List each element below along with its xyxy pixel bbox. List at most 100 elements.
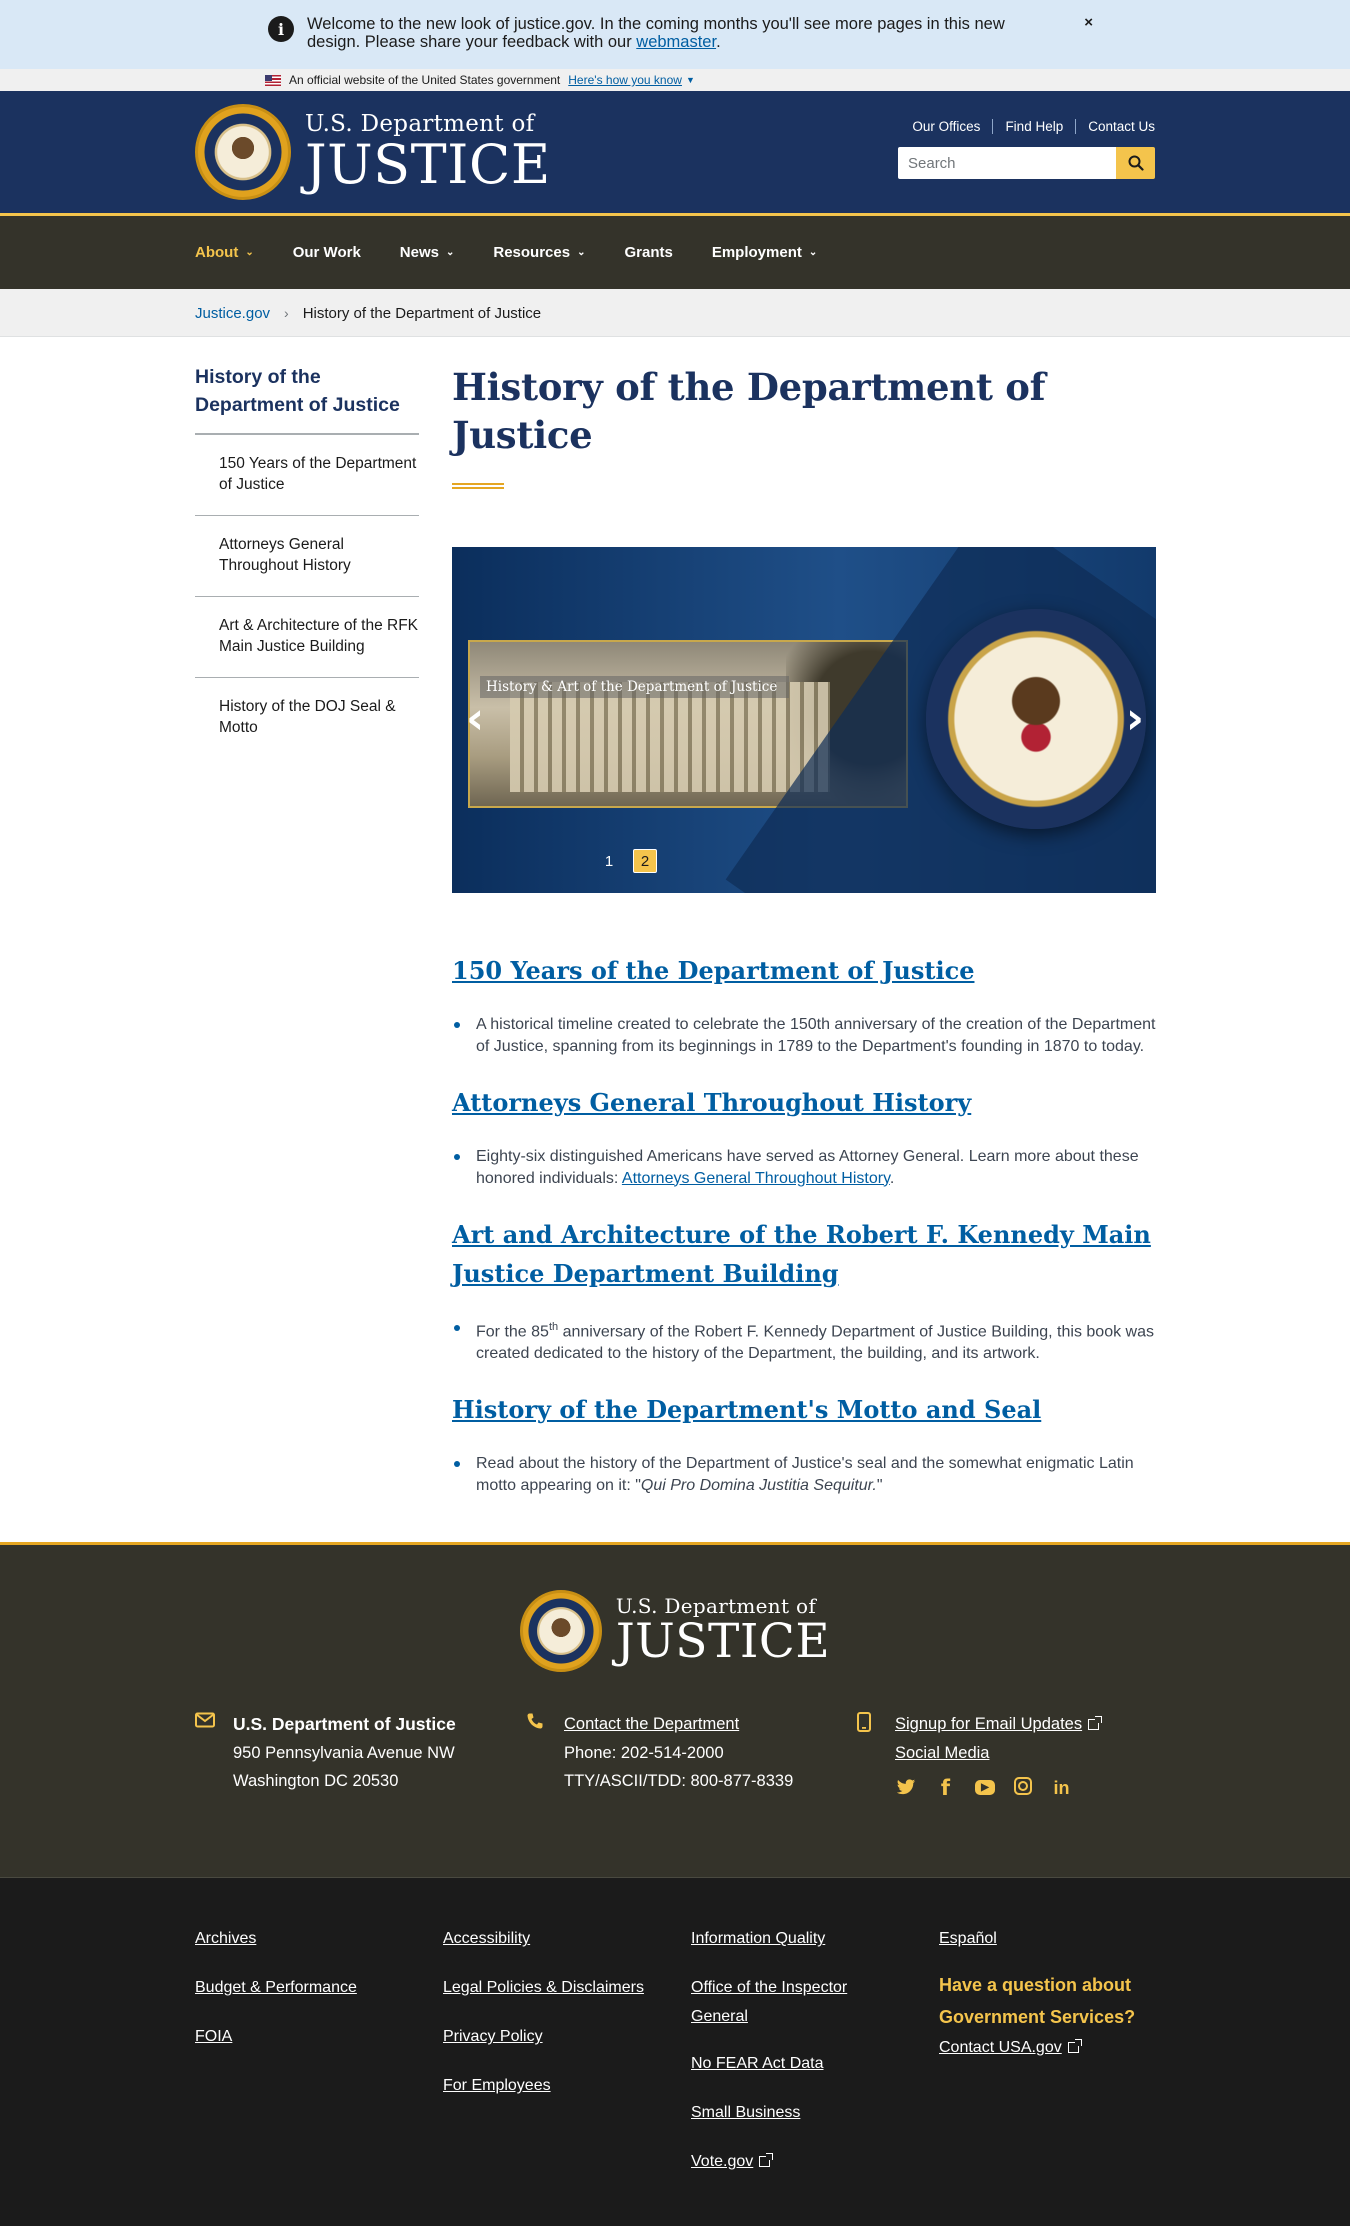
mail-icon: [195, 1710, 233, 1798]
footer-phone: Phone: 202-514-2000: [564, 1743, 724, 1762]
footer-address-line1: 950 Pennsylvania Avenue NW: [233, 1743, 455, 1762]
information-quality-link[interactable]: Information Quality: [691, 1924, 939, 1953]
social-media-link[interactable]: Social Media: [895, 1739, 1099, 1768]
primary-nav: About ⌄ Our Work News ⌄ Resources ⌄ Grants …: [0, 216, 1350, 289]
privacy-policy-link[interactable]: Privacy Policy: [443, 2022, 691, 2051]
sidebar-item-art-architecture[interactable]: Art & Architecture of the RFK Main Justi…: [195, 597, 419, 678]
footer-links-col-2: Accessibility Legal Policies & Disclaime…: [443, 1924, 691, 2176]
email-updates-link[interactable]: Signup for Email Updates: [895, 1715, 1082, 1733]
slide-caption: History & Art of the Department of Justi…: [480, 676, 790, 698]
sidebar-title[interactable]: History of the Department of Justice: [195, 363, 419, 435]
legal-policies-link[interactable]: Legal Policies & Disclaimers: [443, 1973, 691, 2002]
footer-address: U.S. Department of Justice 950 Pennsylva…: [195, 1710, 526, 1798]
social-icons: f ▶ in: [895, 1776, 1099, 1800]
search-icon: [1128, 155, 1144, 171]
our-offices-link[interactable]: Our Offices: [912, 119, 992, 134]
doj-logo[interactable]: U.S. Department of JUSTICE: [195, 104, 551, 200]
footer-links-col-3: Information Quality Office of the Inspec…: [691, 1924, 939, 2176]
footer-logo[interactable]: U.S. Department of JUSTICE: [0, 1545, 1350, 1673]
accessibility-link[interactable]: Accessibility: [443, 1924, 691, 1953]
utility-links: Our Offices Find Help Contact Us: [912, 119, 1155, 134]
espanol-link[interactable]: Español: [939, 1924, 1155, 1953]
gov-banner: An official website of the United States…: [0, 69, 1350, 91]
section-heading-art-architecture[interactable]: Art and Architecture of the Robert F. Ke…: [452, 1215, 1156, 1293]
footer-logo-title: JUSTICE: [615, 1614, 831, 1670]
sidebar-item-attorneys-general[interactable]: Attorneys General Throughout History: [195, 516, 419, 597]
doj-seal-image: [926, 609, 1146, 829]
contact-usagov-link[interactable]: Contact USA.gov: [939, 2039, 1062, 2056]
small-business-link[interactable]: Small Business: [691, 2098, 939, 2127]
chevron-down-icon: ▼: [685, 75, 695, 85]
section-heading-150-years[interactable]: 150 Years of the Department of Justice: [452, 951, 974, 990]
list-item: Eighty-six distinguished Americans have …: [452, 1146, 1156, 1189]
title-divider: [452, 483, 504, 489]
section-heading-motto-seal[interactable]: History of the Department's Motto and Se…: [452, 1390, 1041, 1429]
nav-grants[interactable]: Grants: [624, 244, 672, 261]
nav-resources[interactable]: Resources ⌄: [493, 244, 585, 261]
rfk-building-image[interactable]: History & Art of the Department of Justi…: [468, 640, 908, 808]
twitter-icon[interactable]: [895, 1777, 916, 1798]
carousel-next-button[interactable]: ›: [1126, 697, 1144, 741]
list-item: For the 85th anniversary of the Robert F…: [452, 1317, 1156, 1364]
site-alert: i Welcome to the new look of justice.gov…: [0, 0, 1350, 69]
youtube-icon[interactable]: ▶: [975, 1780, 995, 1796]
nav-our-work[interactable]: Our Work: [293, 244, 361, 261]
budget-performance-link[interactable]: Budget & Performance: [195, 1973, 443, 2002]
footer-links: Archives Budget & Performance FOIA Acces…: [0, 1877, 1350, 2227]
nav-about[interactable]: About ⌄: [195, 244, 254, 261]
vote-gov-link[interactable]: Vote.gov: [691, 2153, 753, 2170]
linkedin-icon[interactable]: in: [1051, 1777, 1072, 1798]
external-link-icon: [1088, 1716, 1103, 1731]
search-form: [898, 147, 1155, 179]
archives-link[interactable]: Archives: [195, 1924, 443, 1953]
foia-link[interactable]: FOIA: [195, 2022, 443, 2051]
list-item: Read about the history of the Department…: [452, 1453, 1156, 1496]
how-you-know-link[interactable]: Here's how you know: [568, 73, 682, 87]
inspector-general-link[interactable]: Office of the Inspector General: [691, 1973, 881, 2031]
usagov-question: Have a question about Government Service…: [939, 1975, 1136, 2028]
sidebar-item-seal-motto[interactable]: History of the DOJ Seal & Motto: [195, 678, 419, 758]
carousel-pagination: 1 2: [597, 849, 669, 873]
sidebar-nav: History of the Department of Justice 150…: [195, 363, 419, 1496]
footer-contact: Contact the Department Phone: 202-514-20…: [526, 1710, 857, 1798]
breadcrumb-home-link[interactable]: Justice.gov: [195, 305, 270, 322]
site-header: U.S. Department of JUSTICE Our Offices F…: [0, 91, 1350, 216]
logo-title: JUSTICE: [305, 133, 551, 196]
search-button[interactable]: [1116, 147, 1155, 179]
carousel-prev-button[interactable]: ‹: [466, 697, 484, 741]
contact-us-link[interactable]: Contact Us: [1075, 119, 1155, 134]
carousel-page-1[interactable]: 1: [597, 849, 621, 873]
site-footer: U.S. Department of JUSTICE U.S. Departme…: [0, 1542, 1350, 1878]
search-input[interactable]: [898, 147, 1116, 179]
sidebar-item-150-years[interactable]: 150 Years of the Department of Justice: [195, 435, 419, 516]
find-help-link[interactable]: Find Help: [992, 119, 1075, 134]
contact-department-link[interactable]: Contact the Department: [564, 1710, 793, 1739]
phone-icon: [526, 1710, 564, 1798]
footer-tty: TTY/ASCII/TDD: 800-877-8339: [564, 1772, 794, 1791]
chevron-down-icon: ⌄: [808, 247, 818, 258]
chevron-down-icon: ⌄: [245, 247, 254, 258]
alert-close-button[interactable]: ×: [1084, 14, 1093, 31]
nav-news[interactable]: News ⌄: [400, 244, 455, 261]
attorneys-general-link[interactable]: Attorneys General Throughout History: [622, 1170, 890, 1187]
instagram-icon[interactable]: [1014, 1777, 1032, 1796]
footer-org-name: U.S. Department of Justice: [233, 1714, 456, 1735]
nav-employment[interactable]: Employment ⌄: [712, 244, 817, 261]
section-heading-attorneys-general[interactable]: Attorneys General Throughout History: [452, 1083, 971, 1122]
chevron-down-icon: ⌄: [445, 247, 455, 258]
footer-links-col-1: Archives Budget & Performance FOIA: [195, 1924, 443, 2176]
image-carousel: History & Art of the Department of Justi…: [452, 547, 1156, 893]
webmaster-link[interactable]: webmaster: [636, 33, 716, 51]
no-fear-act-link[interactable]: No FEAR Act Data: [691, 2049, 939, 2078]
for-employees-link[interactable]: For Employees: [443, 2071, 691, 2100]
breadcrumb-current: History of the Department of Justice: [302, 304, 542, 322]
carousel-page-2[interactable]: 2: [633, 849, 657, 873]
alert-message: Welcome to the new look of justice.gov. …: [307, 15, 1005, 51]
footer-address-line2: Washington DC 20530: [233, 1772, 399, 1791]
chevron-right-icon: ›: [284, 305, 289, 321]
doj-seal-icon: [195, 104, 291, 200]
us-flag-icon: [265, 74, 281, 86]
chevron-down-icon: ⌄: [577, 247, 586, 258]
info-icon: i: [268, 16, 294, 42]
facebook-icon[interactable]: f: [935, 1776, 956, 1800]
